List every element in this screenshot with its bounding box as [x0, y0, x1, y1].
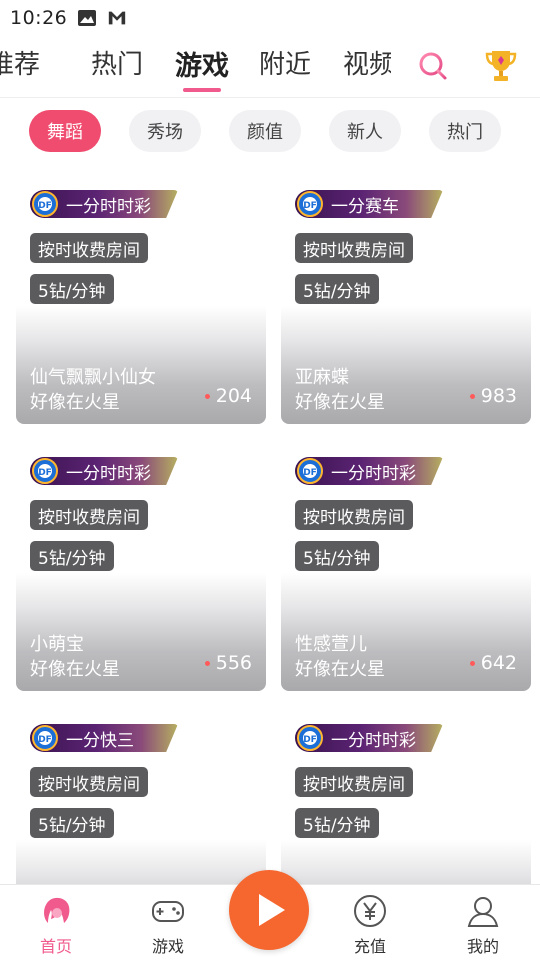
svg-text:DF: DF: [303, 201, 317, 211]
viewer-count: 642: [469, 652, 517, 674]
game-name: 一分时时彩: [66, 464, 151, 484]
game-name: 一分时时彩: [66, 197, 151, 217]
live-room-card[interactable]: DF 一分时时彩 按时收费房间 5钻/分钟 小萌宝 好像在火星 556: [16, 445, 266, 691]
nav-recharge-label: 充值: [353, 937, 386, 956]
game-tag: DF 一分时时彩: [30, 190, 178, 218]
host-name: 亚麻蝶: [295, 367, 349, 388]
live-dot-icon: [469, 393, 475, 399]
nav-games[interactable]: 游戏: [128, 885, 208, 960]
game-logo-icon: DF: [32, 191, 58, 217]
host-location: 好像在火星: [295, 392, 385, 413]
game-name: 一分赛车: [331, 197, 399, 217]
rate-badge: 5钻/分钟: [295, 808, 379, 838]
chip-dance[interactable]: 舞蹈: [29, 110, 101, 152]
viewer-count-value: 556: [215, 652, 252, 674]
nav-profile-label: 我的: [466, 937, 499, 956]
viewer-count-value: 642: [480, 652, 517, 674]
start-live-button[interactable]: [229, 870, 309, 950]
live-dot-icon: [204, 660, 210, 666]
status-bar: 10:26: [0, 0, 540, 36]
game-logo-icon: DF: [32, 725, 58, 751]
host-location: 好像在火星: [30, 392, 120, 413]
game-name: 一分时时彩: [331, 731, 416, 751]
room-type-badge: 按时收费房间: [30, 767, 148, 797]
active-tab-indicator: [183, 88, 221, 92]
game-tag: DF 一分时时彩: [295, 457, 443, 485]
header-divider: [0, 97, 540, 98]
nav-recharge[interactable]: 充值: [330, 885, 410, 960]
game-logo-icon: DF: [297, 725, 323, 751]
chip-newcomer[interactable]: 新人: [329, 110, 401, 152]
nav-profile[interactable]: 我的: [443, 885, 523, 960]
host-name: 小萌宝: [30, 634, 84, 655]
chip-looks[interactable]: 颜值: [229, 110, 301, 152]
room-type-badge: 按时收费房间: [30, 500, 148, 530]
svg-text:DF: DF: [38, 201, 52, 211]
search-icon[interactable]: [417, 50, 449, 82]
game-tag: DF 一分时时彩: [295, 724, 443, 752]
tab-clip-right: 视频: [343, 36, 391, 96]
viewer-count-value: 983: [480, 385, 517, 407]
host-location: 好像在火星: [30, 659, 120, 680]
room-type-badge: 按时收费房间: [295, 233, 413, 263]
rate-badge: 5钻/分钟: [30, 274, 114, 304]
top-tab-bar: 推荐 热门 游戏 附近 视频: [0, 36, 540, 96]
tab-clip-left: 推荐: [0, 36, 64, 96]
live-room-card[interactable]: DF 一分时时彩 按时收费房间 5钻/分钟 仙气飘飘小仙女 好像在火星 204: [16, 178, 266, 424]
chip-show[interactable]: 秀场: [129, 110, 201, 152]
viewer-count-value: 204: [215, 385, 252, 407]
live-room-card[interactable]: DF 一分时时彩 按时收费房间 5钻/分钟 性感萱儿 好像在火星 642: [281, 445, 531, 691]
host-name: 仙气飘飘小仙女: [30, 367, 156, 388]
rate-badge: 5钻/分钟: [30, 541, 114, 571]
gamepad-icon: [152, 901, 184, 922]
game-logo-icon: DF: [297, 191, 323, 217]
nav-home[interactable]: 首页: [16, 885, 96, 960]
svg-text:DF: DF: [303, 468, 317, 478]
viewer-count: 556: [204, 652, 252, 674]
status-time: 10:26: [10, 7, 68, 29]
room-type-badge: 按时收费房间: [295, 500, 413, 530]
rate-badge: 5钻/分钟: [295, 274, 379, 304]
tab-hot[interactable]: 热门: [91, 44, 143, 81]
host-name: 性感萱儿: [295, 634, 367, 655]
tab-recommend[interactable]: 推荐: [0, 44, 40, 81]
host-location: 好像在火星: [295, 659, 385, 680]
live-room-card[interactable]: DF 一分赛车 按时收费房间 5钻/分钟 亚麻蝶 好像在火星 983: [281, 178, 531, 424]
chip-hot[interactable]: 热门: [429, 110, 501, 152]
tab-games[interactable]: 游戏: [175, 44, 229, 83]
category-chips: 舞蹈 秀场 颜值 新人 热门: [0, 110, 540, 154]
nav-home-label: 首页: [39, 937, 72, 956]
live-dot-icon: [469, 660, 475, 666]
game-tag: DF 一分时时彩: [30, 457, 178, 485]
live-dot-icon: [204, 393, 210, 399]
svg-text:DF: DF: [38, 735, 52, 745]
game-logo-icon: DF: [32, 458, 58, 484]
rate-badge: 5钻/分钟: [30, 808, 114, 838]
nav-games-label: 游戏: [151, 937, 184, 956]
room-type-badge: 按时收费房间: [295, 767, 413, 797]
mail-icon: [109, 11, 126, 25]
room-type-badge: 按时收费房间: [30, 233, 148, 263]
rate-badge: 5钻/分钟: [295, 541, 379, 571]
viewer-count: 204: [204, 385, 252, 407]
yen-coin-icon: [354, 895, 386, 927]
svg-text:DF: DF: [38, 468, 52, 478]
trophy-icon[interactable]: [484, 48, 518, 84]
tab-video[interactable]: 视频: [343, 44, 391, 81]
home-girl-icon: [44, 897, 70, 923]
svg-text:DF: DF: [303, 735, 317, 745]
game-tag: DF 一分快三: [30, 724, 178, 752]
game-tag: DF 一分赛车: [295, 190, 443, 218]
viewer-count: 983: [469, 385, 517, 407]
tab-nearby[interactable]: 附近: [259, 44, 311, 81]
image-icon: [78, 10, 97, 26]
profile-icon: [467, 897, 499, 927]
game-logo-icon: DF: [297, 458, 323, 484]
game-name: 一分快三: [66, 731, 134, 751]
play-icon: [259, 894, 285, 926]
game-name: 一分时时彩: [331, 464, 416, 484]
